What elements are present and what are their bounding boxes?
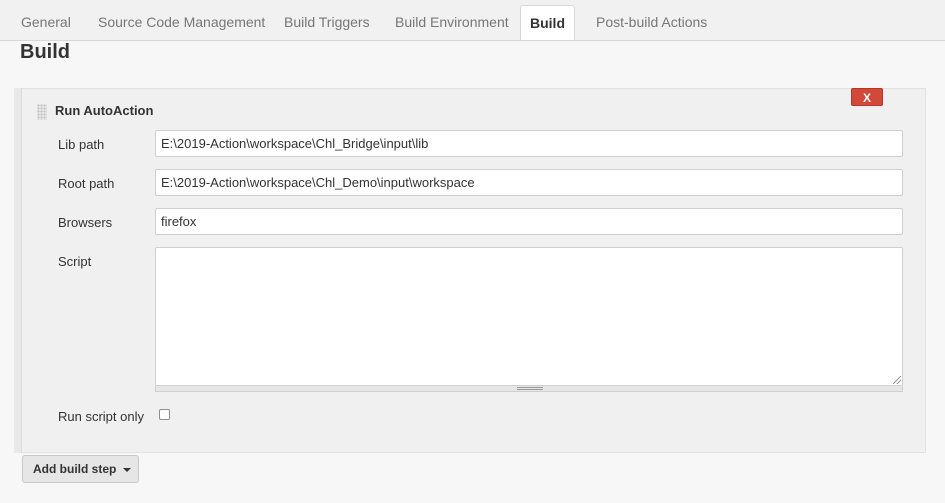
resize-grip-icon[interactable] — [893, 376, 901, 384]
tab-general[interactable]: General — [21, 6, 71, 39]
tab-build-triggers[interactable]: Build Triggers — [284, 6, 370, 39]
caret-down-icon — [123, 468, 131, 472]
textarea-expander-handle[interactable] — [155, 386, 903, 392]
browsers-label: Browsers — [58, 215, 113, 230]
delete-build-step-button[interactable]: X — [851, 88, 883, 106]
run-script-only-checkbox[interactable] — [159, 409, 170, 420]
add-build-step-label: Add build step — [33, 462, 117, 476]
tab-build-environment[interactable]: Build Environment — [395, 6, 509, 39]
lib-path-input[interactable]: E:\2019-Action\workspace\Chl_Bridge\inpu… — [155, 130, 903, 157]
browsers-input[interactable]: firefox — [155, 208, 903, 235]
page-title: Build — [20, 41, 70, 63]
tab-source-code-management[interactable]: Source Code Management — [98, 6, 265, 39]
drag-handle-icon[interactable] — [37, 104, 47, 120]
add-build-step-button[interactable]: Add build step — [22, 455, 139, 483]
tab-post-build-actions[interactable]: Post-build Actions — [596, 6, 707, 39]
script-textarea[interactable] — [155, 247, 903, 386]
tab-build[interactable]: Build — [520, 5, 575, 40]
root-path-label: Root path — [58, 176, 115, 191]
tab-bar: General Source Code Management Build Tri… — [0, 0, 945, 41]
lib-path-label: Lib path — [58, 137, 105, 152]
run-script-only-label: Run script only — [58, 409, 144, 424]
script-label: Script — [58, 254, 92, 269]
build-step-panel-edge — [14, 88, 22, 453]
root-path-input[interactable]: E:\2019-Action\workspace\Chl_Demo\input\… — [155, 169, 903, 196]
build-step-title: Run AutoAction — [55, 103, 154, 118]
